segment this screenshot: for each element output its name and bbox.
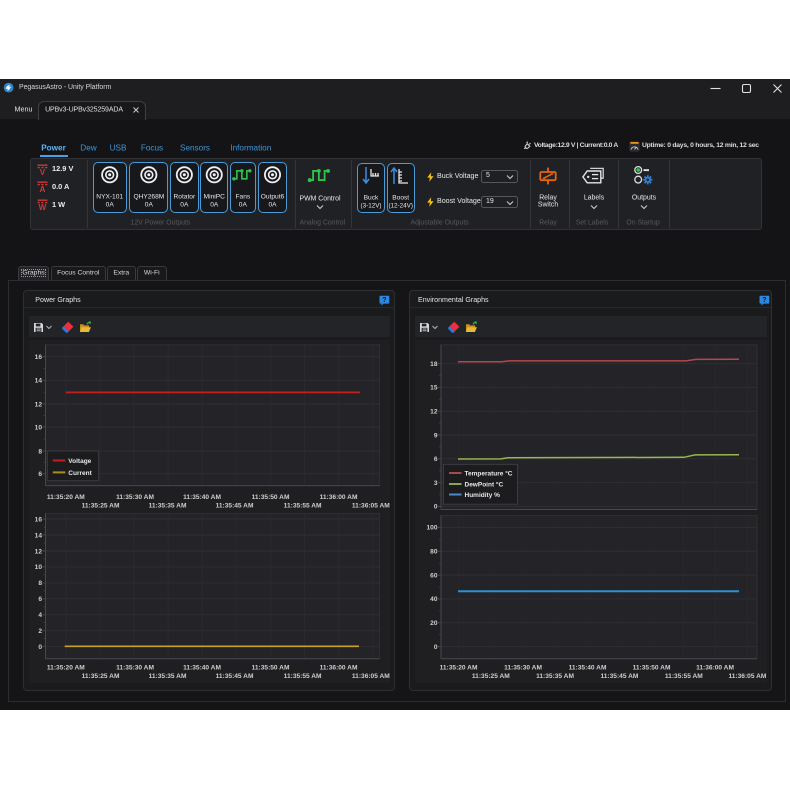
- svg-text:6: 6: [38, 596, 42, 603]
- svg-text:8: 8: [38, 580, 42, 587]
- svg-text:12: 12: [35, 401, 43, 408]
- svg-text:11:35:30 AM: 11:35:30 AM: [504, 665, 542, 672]
- svg-text:9: 9: [434, 432, 438, 439]
- svg-text:20: 20: [430, 620, 438, 627]
- svg-text:100: 100: [426, 525, 437, 532]
- svg-text:11:35:25 AM: 11:35:25 AM: [82, 673, 120, 680]
- svg-text:80: 80: [430, 549, 438, 556]
- svg-text:11:35:30 AM: 11:35:30 AM: [116, 494, 154, 501]
- svg-text:14: 14: [35, 532, 43, 539]
- svg-text:3: 3: [434, 480, 438, 487]
- svg-text:11:35:20 AM: 11:35:20 AM: [47, 494, 85, 501]
- svg-text:11:36:00 AM: 11:36:00 AM: [320, 665, 358, 672]
- svg-text:6: 6: [434, 456, 438, 463]
- svg-text:11:35:50 AM: 11:35:50 AM: [633, 665, 671, 672]
- svg-text:11:35:35 AM: 11:35:35 AM: [149, 673, 187, 680]
- svg-text:?: ?: [762, 297, 766, 304]
- svg-text:Voltage: Voltage: [68, 458, 91, 465]
- svg-text:11:35:20 AM: 11:35:20 AM: [440, 665, 478, 672]
- svg-text:14: 14: [35, 378, 43, 385]
- svg-text:Humidity %: Humidity %: [465, 492, 501, 499]
- svg-text:40: 40: [430, 596, 438, 603]
- svg-text:Current: Current: [68, 470, 92, 477]
- svg-text:11:35:30 AM: 11:35:30 AM: [116, 665, 154, 672]
- svg-text:?: ?: [382, 297, 386, 304]
- svg-text:11:35:40 AM: 11:35:40 AM: [183, 665, 221, 672]
- svg-text:12: 12: [35, 548, 43, 555]
- svg-text:Temperature °C: Temperature °C: [465, 469, 513, 477]
- svg-text:11:36:00 AM: 11:36:00 AM: [696, 665, 734, 672]
- svg-text:18: 18: [430, 361, 438, 368]
- svg-text:11:35:55 AM: 11:35:55 AM: [665, 673, 703, 680]
- svg-text:DewPoint °C: DewPoint °C: [465, 480, 504, 488]
- svg-text:11:36:05 AM: 11:36:05 AM: [728, 673, 766, 680]
- svg-text:11:35:45 AM: 11:35:45 AM: [216, 673, 254, 680]
- svg-text:12: 12: [430, 409, 438, 416]
- svg-text:11:35:55 AM: 11:35:55 AM: [284, 673, 322, 680]
- svg-text:6: 6: [38, 471, 42, 478]
- svg-text:11:35:25 AM: 11:35:25 AM: [472, 673, 510, 680]
- svg-text:10: 10: [35, 424, 43, 431]
- svg-text:4: 4: [38, 612, 42, 619]
- svg-text:16: 16: [35, 516, 43, 523]
- svg-text:16: 16: [35, 354, 43, 361]
- svg-text:60: 60: [430, 572, 438, 579]
- svg-text:11:35:50 AM: 11:35:50 AM: [252, 665, 290, 672]
- svg-text:0: 0: [434, 644, 438, 651]
- svg-text:0: 0: [38, 644, 42, 651]
- svg-text:15: 15: [430, 385, 438, 392]
- svg-text:11:35:20 AM: 11:35:20 AM: [47, 665, 85, 672]
- svg-text:11:36:00 AM: 11:36:00 AM: [320, 494, 358, 501]
- svg-text:11:35:45 AM: 11:35:45 AM: [600, 673, 638, 680]
- svg-text:8: 8: [38, 448, 42, 455]
- svg-text:11:35:40 AM: 11:35:40 AM: [569, 665, 607, 672]
- svg-text:11:35:40 AM: 11:35:40 AM: [183, 494, 221, 501]
- svg-text:11:36:05 AM: 11:36:05 AM: [352, 673, 390, 680]
- svg-text:2: 2: [38, 628, 42, 635]
- svg-text:11:35:35 AM: 11:35:35 AM: [536, 673, 574, 680]
- svg-text:10: 10: [35, 564, 43, 571]
- svg-text:11:35:50 AM: 11:35:50 AM: [252, 494, 290, 501]
